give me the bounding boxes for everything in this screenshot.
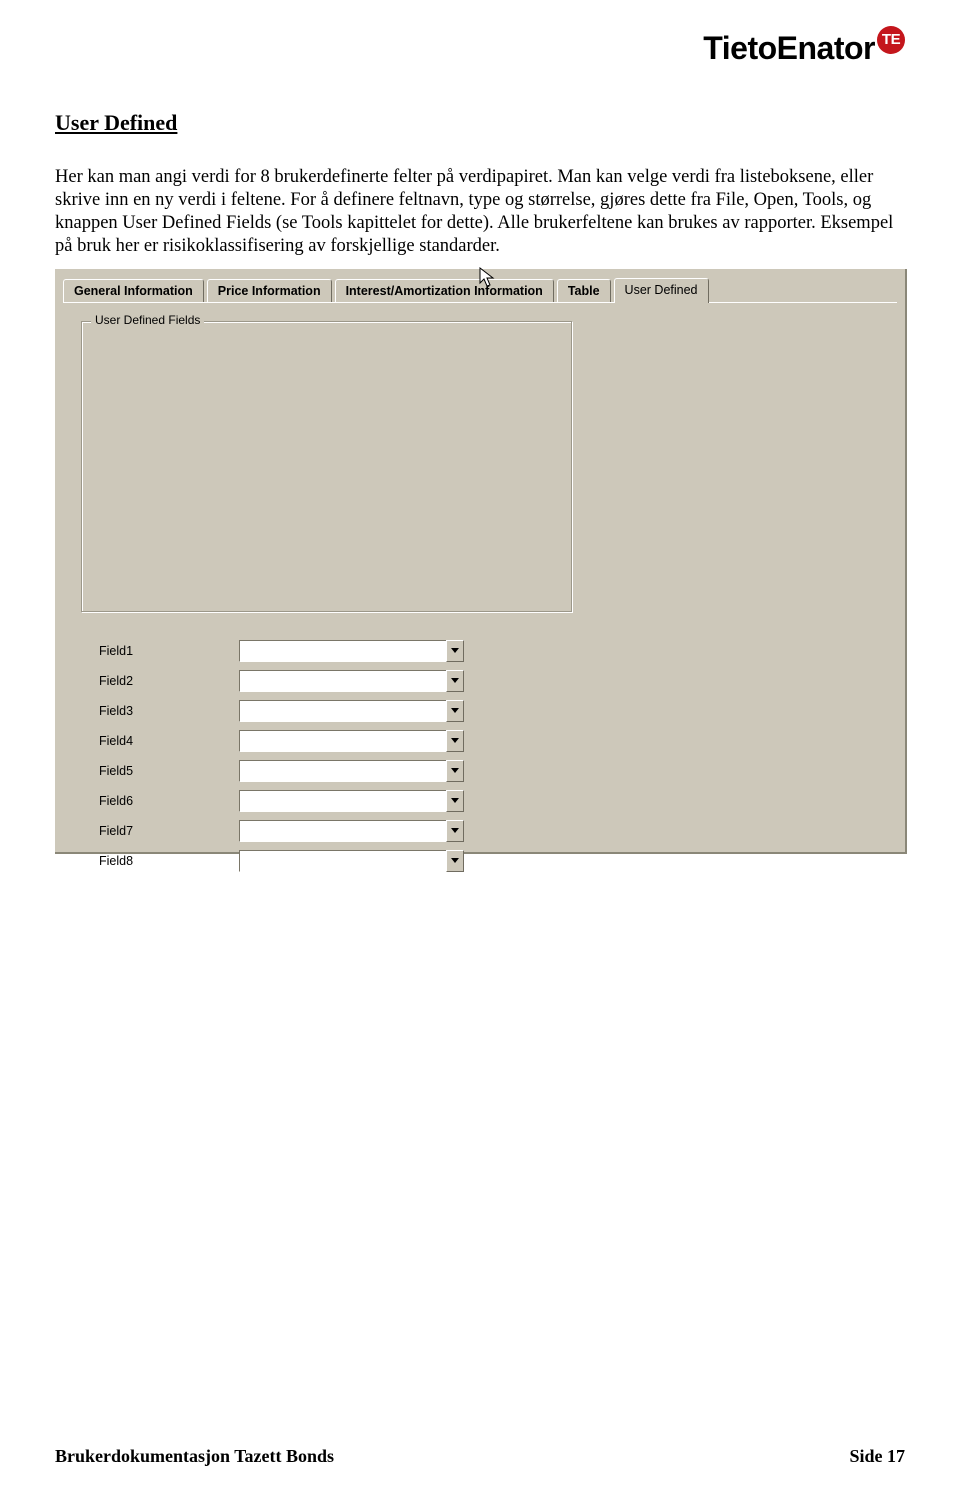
field-label: Field2: [99, 674, 239, 688]
groupbox-user-defined-fields: User Defined Fields Field1 Field2: [81, 321, 573, 613]
field1-combo[interactable]: [239, 640, 464, 662]
brand-badge: TE: [877, 26, 905, 54]
tab-content: User Defined Fields Field1 Field2: [63, 302, 897, 852]
tab-user-defined[interactable]: User Defined: [614, 278, 709, 303]
field-row: Field4: [99, 727, 555, 755]
field-label: Field4: [99, 734, 239, 748]
field-label: Field5: [99, 764, 239, 778]
field6-combo[interactable]: [239, 790, 464, 812]
tab-price-information[interactable]: Price Information: [207, 279, 332, 303]
section-heading: User Defined: [55, 110, 905, 136]
brand-text: TietoEnator: [703, 30, 875, 66]
field7-input[interactable]: [239, 820, 446, 842]
field-row: Field2: [99, 667, 555, 695]
chevron-down-icon: [451, 648, 459, 653]
chevron-down-icon: [451, 678, 459, 683]
field1-input[interactable]: [239, 640, 446, 662]
field3-dropdown-button[interactable]: [446, 700, 464, 722]
field-row: Field3: [99, 697, 555, 725]
brand-logo: TietoEnatorTE: [703, 30, 905, 67]
field-label: Field8: [99, 854, 239, 868]
field-row: Field1: [99, 637, 555, 665]
field4-dropdown-button[interactable]: [446, 730, 464, 752]
field7-dropdown-button[interactable]: [446, 820, 464, 842]
field2-dropdown-button[interactable]: [446, 670, 464, 692]
field5-combo[interactable]: [239, 760, 464, 782]
footer-left: Brukerdokumentasjon Tazett Bonds: [55, 1446, 334, 1467]
chevron-down-icon: [451, 708, 459, 713]
app-screenshot: General Information Price Information In…: [55, 269, 907, 854]
field-label: Field6: [99, 794, 239, 808]
chevron-down-icon: [451, 798, 459, 803]
field-label: Field7: [99, 824, 239, 838]
field4-combo[interactable]: [239, 730, 464, 752]
field8-dropdown-button[interactable]: [446, 850, 464, 872]
field6-input[interactable]: [239, 790, 446, 812]
field5-dropdown-button[interactable]: [446, 760, 464, 782]
field2-combo[interactable]: [239, 670, 464, 692]
field7-combo[interactable]: [239, 820, 464, 842]
groupbox-title: User Defined Fields: [91, 313, 204, 327]
chevron-down-icon: [451, 828, 459, 833]
chevron-down-icon: [451, 738, 459, 743]
field8-combo[interactable]: [239, 850, 464, 872]
field6-dropdown-button[interactable]: [446, 790, 464, 812]
field1-dropdown-button[interactable]: [446, 640, 464, 662]
field5-input[interactable]: [239, 760, 446, 782]
tab-general-information[interactable]: General Information: [63, 279, 204, 303]
field-row: Field6: [99, 787, 555, 815]
tab-table[interactable]: Table: [557, 279, 611, 303]
field-row: Field7: [99, 817, 555, 845]
tab-bar: General Information Price Information In…: [55, 269, 905, 302]
footer-right: Side 17: [849, 1446, 905, 1467]
tab-interest-amortization[interactable]: Interest/Amortization Information: [335, 279, 554, 303]
body-paragraph: Her kan man angi verdi for 8 brukerdefin…: [55, 166, 905, 259]
field8-input[interactable]: [239, 850, 446, 872]
field-label: Field1: [99, 644, 239, 658]
field-row: Field5: [99, 757, 555, 785]
field3-input[interactable]: [239, 700, 446, 722]
chevron-down-icon: [451, 858, 459, 863]
field4-input[interactable]: [239, 730, 446, 752]
chevron-down-icon: [451, 768, 459, 773]
field-row: Field8: [99, 847, 555, 875]
field-label: Field3: [99, 704, 239, 718]
page-footer: Brukerdokumentasjon Tazett Bonds Side 17: [55, 1446, 905, 1467]
field3-combo[interactable]: [239, 700, 464, 722]
field2-input[interactable]: [239, 670, 446, 692]
